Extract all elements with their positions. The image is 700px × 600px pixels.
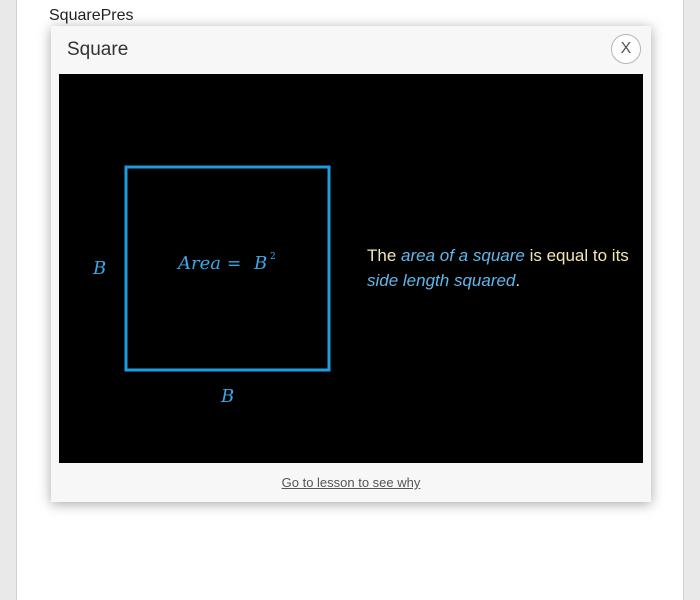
formula-equals: = bbox=[227, 254, 241, 274]
lesson-link[interactable]: Go to lesson to see why bbox=[51, 475, 651, 490]
background-title: SquarePres bbox=[49, 7, 134, 24]
formula-area: Area bbox=[176, 253, 221, 274]
formula-base: B bbox=[253, 253, 267, 274]
side-label-left: B bbox=[92, 258, 106, 279]
diagram-stage: B B Area = B 2 The area of a square is e… bbox=[59, 74, 643, 463]
explanation-emphasis-side: side length squared bbox=[367, 271, 516, 290]
close-button[interactable]: X bbox=[611, 34, 641, 64]
side-label-bottom: B bbox=[220, 386, 234, 407]
formula-exponent: 2 bbox=[270, 252, 276, 262]
explanation-part2: is equal to its bbox=[524, 246, 629, 265]
explanation-text: The area of a square is equal to its sid… bbox=[367, 243, 637, 293]
explanation-emphasis-area: area of a square bbox=[401, 246, 525, 265]
definition-modal: Square X B B Area = B 2 The area of a sq… bbox=[51, 26, 651, 502]
modal-title: Square bbox=[67, 39, 129, 60]
explanation-part3: . bbox=[515, 271, 521, 290]
explanation-part1: The bbox=[367, 246, 402, 265]
